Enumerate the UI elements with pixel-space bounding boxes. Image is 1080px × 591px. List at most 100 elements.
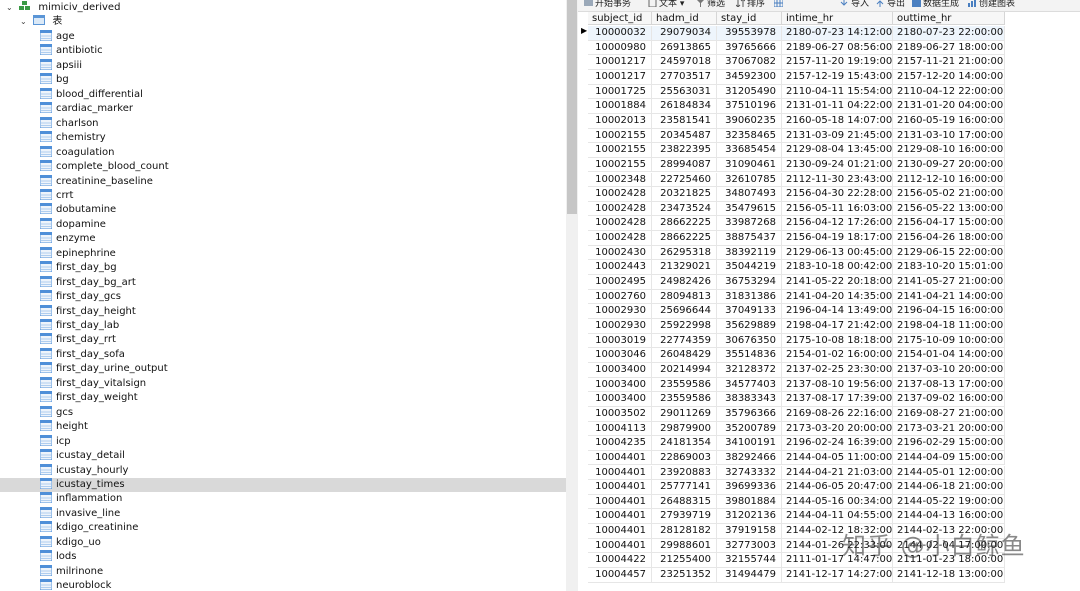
cell-stay-id[interactable]: 32743332	[717, 465, 782, 481]
table-item[interactable]: epinephrine	[40, 246, 566, 261]
table-item[interactable]: invasive_line	[40, 506, 566, 521]
table-item[interactable]: first_day_bg_art	[40, 275, 566, 290]
cell-hadm-id[interactable]: 24181354	[652, 436, 717, 451]
table-row[interactable]: 10003502 29011269 35796366 2169-08-26 22:16…	[578, 406, 1008, 422]
cell-hadm-id[interactable]: 20345487	[652, 128, 717, 144]
cell-subject-id[interactable]: 10003019	[588, 333, 652, 349]
cell-intime-hr[interactable]: 2160-05-18 14:07:00	[782, 113, 893, 129]
table-item[interactable]: milrinone	[40, 564, 566, 579]
cell-outtime-hr[interactable]: 2189-06-27 18:00:00	[893, 40, 1005, 56]
cell-subject-id[interactable]: 10002428	[588, 201, 652, 217]
cell-intime-hr[interactable]: 2137-08-17 17:39:00	[782, 392, 893, 407]
cell-subject-id[interactable]: 10003046	[588, 348, 652, 363]
cell-hadm-id[interactable]: 23473524	[652, 201, 717, 217]
cell-hadm-id[interactable]: 26295318	[652, 245, 717, 261]
columns-button[interactable]	[774, 0, 785, 10]
cell-stay-id[interactable]: 39765666	[717, 40, 782, 56]
cell-intime-hr[interactable]: 2198-04-17 21:42:00	[782, 319, 893, 334]
cell-intime-hr[interactable]: 2144-05-16 00:34:00	[782, 494, 893, 510]
cell-stay-id[interactable]: 31831386	[717, 289, 782, 305]
cell-subject-id[interactable]: 10002348	[588, 172, 652, 188]
cell-stay-id[interactable]: 39801884	[717, 494, 782, 510]
cell-hadm-id[interactable]: 28662225	[652, 231, 717, 246]
cell-subject-id[interactable]: 10004457	[588, 568, 652, 583]
cell-subject-id[interactable]: 10004235	[588, 436, 652, 451]
cell-hadm-id[interactable]: 25777141	[652, 480, 717, 495]
database-node[interactable]: ⌄ mimiciv_derived	[6, 1, 120, 15]
cell-hadm-id[interactable]: 23559586	[652, 392, 717, 407]
cell-intime-hr[interactable]: 2131-01-11 04:22:00	[782, 99, 893, 114]
cell-stay-id[interactable]: 34100191	[717, 436, 782, 451]
cell-subject-id[interactable]: 10002155	[588, 143, 652, 158]
scroll-thumb[interactable]	[567, 0, 577, 214]
cell-subject-id[interactable]: 10002930	[588, 304, 652, 319]
cell-intime-hr[interactable]: 2196-04-14 13:49:00	[782, 304, 893, 319]
cell-hadm-id[interactable]: 22725460	[652, 172, 717, 188]
table-row[interactable]: 10002930 25922998 35629889 2198-04-17 21:42…	[578, 319, 1008, 334]
cell-intime-hr[interactable]: 2154-01-02 16:00:00	[782, 348, 893, 363]
cell-stay-id[interactable]: 35479615	[717, 201, 782, 217]
column-header-stay-id[interactable]: stay_id	[717, 12, 782, 25]
table-item[interactable]: icp	[40, 434, 566, 449]
cell-stay-id[interactable]: 32155744	[717, 553, 782, 569]
cell-intime-hr[interactable]: 2196-02-24 16:39:00	[782, 436, 893, 451]
table-item[interactable]: first_day_urine_output	[40, 362, 566, 376]
table-item[interactable]: charlson	[40, 116, 566, 131]
cell-outtime-hr[interactable]: 2131-01-20 04:00:00	[893, 99, 1005, 114]
cell-stay-id[interactable]: 30676350	[717, 333, 782, 349]
cell-outtime-hr[interactable]: 2137-08-13 17:00:00	[893, 377, 1005, 393]
cell-stay-id[interactable]: 32358465	[717, 128, 782, 144]
cell-intime-hr[interactable]: 2137-02-25 23:30:00	[782, 362, 893, 378]
table-row[interactable]: 10003400 23559586 38383343 2137-08-17 17:39…	[578, 392, 1008, 407]
table-row[interactable]: 10003400 23559586 34577403 2137-08-10 19:56…	[578, 377, 1008, 393]
table-row[interactable]: 10002013 23581541 39060235 2160-05-18 14:07…	[578, 113, 1008, 129]
cell-stay-id[interactable]: 35796366	[717, 406, 782, 422]
cell-intime-hr[interactable]: 2130-09-24 01:21:00	[782, 157, 893, 173]
table-item[interactable]: antibiotic	[40, 44, 566, 58]
cell-intime-hr[interactable]: 2156-05-11 16:03:00	[782, 201, 893, 217]
table-item[interactable]: bg	[40, 73, 566, 87]
table-item[interactable]: first_day_gcs	[40, 290, 566, 304]
table-row[interactable]: 10001217 27703517 34592300 2157-12-19 15:43…	[578, 69, 1008, 85]
table-item[interactable]: first_day_bg	[40, 261, 566, 275]
text-button[interactable]: 文本 ▾	[648, 0, 684, 10]
table-item[interactable]: first_day_rrt	[40, 333, 566, 347]
table-row[interactable]: 10002428 23473524 35479615 2156-05-11 16:03…	[578, 201, 1008, 217]
cell-intime-hr[interactable]: 2112-11-30 23:43:00	[782, 172, 893, 188]
cell-outtime-hr[interactable]: 2169-08-27 21:00:00	[893, 406, 1005, 422]
cell-intime-hr[interactable]: 2141-12-17 14:27:00	[782, 568, 893, 583]
cell-intime-hr[interactable]: 2131-03-09 21:45:00	[782, 128, 893, 144]
cell-hadm-id[interactable]: 20214994	[652, 362, 717, 378]
table-row[interactable]: 10001884 26184834 37510196 2131-01-11 04:22…	[578, 99, 1008, 114]
cell-hadm-id[interactable]: 24597018	[652, 55, 717, 70]
cell-stay-id[interactable]: 32128372	[717, 362, 782, 378]
cell-intime-hr[interactable]: 2129-06-13 00:45:00	[782, 245, 893, 261]
column-header-outtime-hr[interactable]: outtime_hr	[893, 12, 1005, 25]
cell-hadm-id[interactable]: 26913865	[652, 40, 717, 56]
filter-button[interactable]: 筛选	[696, 0, 725, 10]
cell-hadm-id[interactable]: 29011269	[652, 406, 717, 422]
cell-outtime-hr[interactable]: 2144-05-01 12:00:00	[893, 465, 1005, 481]
table-row[interactable]: 10002428 28662225 33987268 2156-04-12 17:26…	[578, 216, 1008, 232]
export-button[interactable]: 导出	[876, 0, 905, 10]
table-item[interactable]: lods	[40, 550, 566, 564]
cell-hadm-id[interactable]: 21329021	[652, 260, 717, 276]
cell-subject-id[interactable]: 10002428	[588, 231, 652, 246]
cell-stay-id[interactable]: 37049133	[717, 304, 782, 319]
table-item[interactable]: gcs	[40, 405, 566, 420]
cell-subject-id[interactable]: 10002495	[588, 275, 652, 290]
cell-outtime-hr[interactable]: 2144-04-09 15:00:00	[893, 450, 1005, 466]
cell-intime-hr[interactable]: 2157-12-19 15:43:00	[782, 69, 893, 85]
cell-subject-id[interactable]: 10003400	[588, 392, 652, 407]
cell-subject-id[interactable]: 10002760	[588, 289, 652, 305]
table-row[interactable]: 10004401 26488315 39801884 2144-05-16 00:34…	[578, 494, 1008, 510]
column-header-hadm-id[interactable]: hadm_id	[652, 12, 717, 25]
cell-stay-id[interactable]: 37067082	[717, 55, 782, 70]
cell-intime-hr[interactable]: 2144-06-05 20:47:00	[782, 480, 893, 495]
table-item[interactable]: icustay_hourly	[40, 463, 566, 478]
cell-outtime-hr[interactable]: 2180-07-23 22:00:00	[893, 26, 1005, 41]
cell-hadm-id[interactable]: 24982426	[652, 275, 717, 290]
cell-subject-id[interactable]: 10002443	[588, 260, 652, 276]
cell-hadm-id[interactable]: 25696644	[652, 304, 717, 319]
column-header-subject-id[interactable]: subject_id	[588, 12, 652, 25]
